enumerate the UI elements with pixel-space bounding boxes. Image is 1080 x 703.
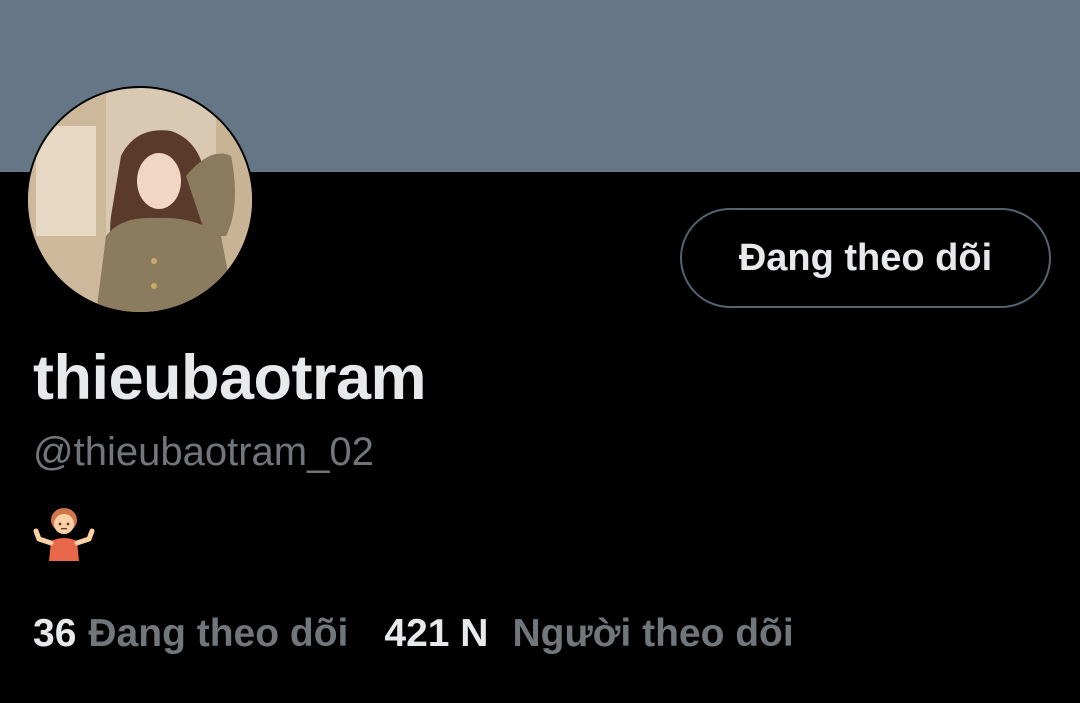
followers-count: 421 N (384, 612, 489, 655)
followers-label: Người theo dõi (512, 612, 794, 655)
following-stat[interactable]: 36 Đang theo dõi (33, 612, 348, 656)
followers-stat[interactable]: 421 N Người theo dõi (384, 612, 793, 656)
display-name: thieubaotram (33, 343, 427, 413)
profile-page: Đang theo dõi thieubaotram @thieubaotram… (0, 0, 1080, 703)
following-label: Đang theo dõi (88, 612, 349, 655)
user-handle: @thieubaotram_02 (33, 430, 374, 474)
profile-photo-icon (28, 88, 252, 312)
avatar[interactable] (26, 86, 254, 314)
profile-stats: 36 Đang theo dõi 421 N Người theo dõi (33, 612, 794, 656)
bio (33, 505, 95, 561)
following-count: 36 (33, 612, 77, 655)
person-shrugging-emoji-icon (33, 508, 95, 561)
following-button[interactable]: Đang theo dõi (680, 208, 1051, 308)
